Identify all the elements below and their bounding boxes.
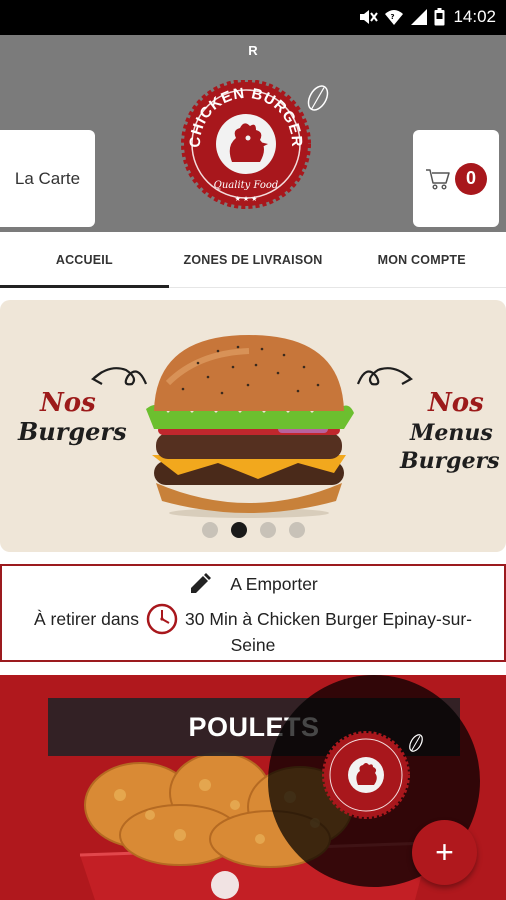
burger-image <box>146 335 354 518</box>
order-mode-label: A Emporter <box>230 573 318 594</box>
pickup-prefix: À retirer dans <box>34 608 140 629</box>
carousel-dots <box>0 522 506 538</box>
pickup-location-end: Seine <box>230 635 276 655</box>
nos-menus-title-1: Nos <box>428 388 484 418</box>
cart-button[interactable]: 0 <box>413 130 499 227</box>
wifi-icon: ? <box>385 10 404 25</box>
carousel-dot[interactable] <box>259 522 276 538</box>
pickup-time-location: 30 Min à Chicken Burger Epinay-sur- <box>185 608 472 629</box>
brand-logo: CHICKEN BURGER Quality Food ★ ★ ★ <box>178 79 338 210</box>
tab-mon-compte[interactable]: MON COMPTE <box>337 232 506 287</box>
status-bar: ? 14:02 <box>0 0 506 35</box>
la-carte-button[interactable]: La Carte <box>0 130 95 227</box>
order-mode-panel[interactable]: A Emporter À retirer dans 30 Min à Chick… <box>0 564 506 662</box>
nos-burgers-title-2: Burgers <box>18 417 127 446</box>
add-fab-button[interactable]: + <box>412 820 477 885</box>
logo-tagline: Quality Food <box>214 180 279 191</box>
tab-label: MON COMPTE <box>377 252 466 267</box>
tab-label: ZONES DE LIVRAISON <box>183 252 323 267</box>
la-carte-label: La Carte <box>14 168 81 188</box>
tab-label: ACCUEIL <box>55 252 113 267</box>
signal-icon <box>411 9 428 25</box>
nos-menus-title-2: Menus <box>410 420 493 446</box>
mute-icon <box>360 10 379 24</box>
promo-carousel[interactable]: Nos Burgers Nos Menus Burgers <box>0 300 506 552</box>
clock-icon <box>146 603 178 635</box>
nos-burgers-title-1: Nos <box>40 388 96 418</box>
carousel-dot-active[interactable] <box>230 522 247 538</box>
cart-count-badge: 0 <box>455 162 487 195</box>
header-letter: R <box>248 43 258 58</box>
plus-icon: + <box>435 834 454 870</box>
tab-accueil[interactable]: ACCUEIL <box>0 232 169 288</box>
main-tabs: ACCUEIL ZONES DE LIVRAISON MON COMPTE <box>0 232 506 288</box>
cart-icon <box>426 168 450 190</box>
svg-text:?: ? <box>391 13 395 21</box>
tab-zones-de-livraison[interactable]: ZONES DE LIVRAISON <box>169 232 338 287</box>
status-icons: ? 14:02 <box>358 7 496 27</box>
status-clock: 14:02 <box>453 7 496 26</box>
svg-text:★ ★ ★: ★ ★ ★ <box>235 195 258 203</box>
battery-icon <box>434 8 445 26</box>
carousel-dot[interactable] <box>201 522 218 538</box>
carousel-dot[interactable] <box>288 522 305 538</box>
pencil-icon[interactable] <box>188 572 212 596</box>
nos-menus-title-3: Burgers <box>400 448 500 474</box>
curly-arrow-right-icon <box>356 367 413 386</box>
app-header: R La Carte CHICKEN BURGER Quality Food ★… <box>0 35 506 232</box>
chicken-burger-logo-icon <box>322 731 423 819</box>
